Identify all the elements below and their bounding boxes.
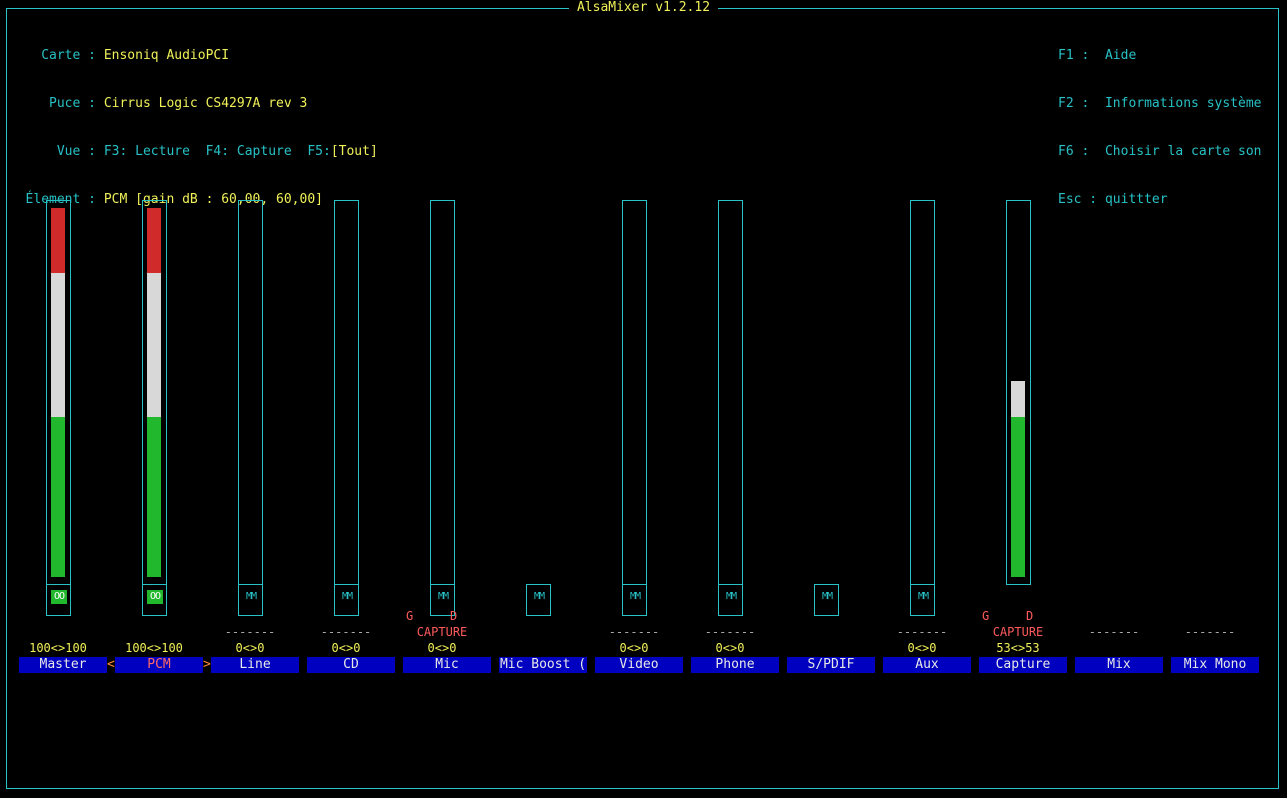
control-name-line[interactable]: Line <box>211 657 299 673</box>
volume-value: 0<>0 <box>427 641 457 655</box>
switch-placeholder: ------- <box>608 625 660 639</box>
mute-switch-pcm[interactable]: OO <box>142 584 167 616</box>
help-panel: F1 : Aide F2 : Informations système F6 :… <box>1058 16 1262 224</box>
capture-label[interactable]: CAPTURE <box>407 625 477 639</box>
switch-placeholder: ------- <box>224 625 276 639</box>
switch-placeholder: ------- <box>704 625 756 639</box>
volume-value: 100<>100 <box>125 641 183 655</box>
help-f1[interactable]: F1 : Aide <box>1058 48 1262 64</box>
fader-level-white <box>1011 381 1025 417</box>
mute-switch-state: MM <box>437 591 449 602</box>
view-f5[interactable]: F5: <box>307 144 330 159</box>
window-title: AlsaMixer v1.2.12 <box>0 0 1287 15</box>
switch-placeholder: ------- <box>896 625 948 639</box>
control-name-mix-mono[interactable]: Mix Mono <box>1171 657 1259 673</box>
volume-value: 53<>53 <box>996 641 1040 655</box>
mute-switch-state: OO <box>147 590 163 604</box>
control-name-capture[interactable]: Capture <box>979 657 1067 673</box>
fader-mic[interactable] <box>430 200 455 616</box>
control-name-mix[interactable]: Mix <box>1075 657 1163 673</box>
mute-switch-line[interactable]: MM <box>238 584 263 616</box>
volume-value: 0<>0 <box>907 641 937 655</box>
view-current: [Tout] <box>330 144 378 159</box>
switch-placeholder: ------- <box>1088 625 1140 639</box>
mute-switch-state: OO <box>51 590 67 604</box>
control-name-phone[interactable]: Phone <box>691 657 779 673</box>
mute-switch-mic-boost[interactable]: MM <box>526 584 551 616</box>
switch-placeholder: ------- <box>1184 625 1236 639</box>
fader-cd[interactable] <box>334 200 359 616</box>
card-label: Carte : <box>41 48 96 63</box>
control-name-pcm[interactable]: PCM <box>115 657 203 673</box>
volume-value: 0<>0 <box>715 641 745 655</box>
mute-switch-master[interactable]: OO <box>46 584 71 616</box>
selection-right-marker: > <box>203 657 211 672</box>
capture-left-flag: G <box>982 609 990 623</box>
mute-switch-state: MM <box>533 591 545 602</box>
control-name-mic-boost[interactable]: Mic Boost ( <box>499 657 587 673</box>
selection-left-marker: < <box>107 657 115 672</box>
mute-switch-state: MM <box>245 591 257 602</box>
mute-switch-state: MM <box>725 591 737 602</box>
fader-level-green <box>1011 417 1025 577</box>
capture-label[interactable]: CAPTURE <box>983 625 1053 639</box>
control-name-s-pdif[interactable]: S/PDIF <box>787 657 875 673</box>
mute-switch-cd[interactable]: MM <box>334 584 359 616</box>
switch-placeholder: ------- <box>320 625 372 639</box>
help-esc[interactable]: Esc : quittter <box>1058 192 1262 208</box>
volume-value: 100<>100 <box>29 641 87 655</box>
view-f3[interactable]: F3: Lecture <box>104 144 190 159</box>
mute-switch-s-pdif[interactable]: MM <box>814 584 839 616</box>
mute-switch-video[interactable]: MM <box>622 584 647 616</box>
capture-right-flag: D <box>1026 609 1034 623</box>
control-name-mic[interactable]: Mic <box>403 657 491 673</box>
volume-value: 0<>0 <box>619 641 649 655</box>
chip-label: Puce : <box>49 96 96 111</box>
help-f2[interactable]: F2 : Informations système <box>1058 96 1262 112</box>
fader-line[interactable] <box>238 200 263 616</box>
help-f6[interactable]: F6 : Choisir la carte son <box>1058 144 1262 160</box>
mute-switch-state: MM <box>629 591 641 602</box>
fader-level-white <box>51 273 65 417</box>
control-name-video[interactable]: Video <box>595 657 683 673</box>
capture-left-flag: G <box>406 609 414 623</box>
fader-phone[interactable] <box>718 200 743 616</box>
chip-value: Cirrus Logic CS4297A rev 3 <box>103 96 308 111</box>
control-name-aux[interactable]: Aux <box>883 657 971 673</box>
view-label: Vue : <box>56 144 96 159</box>
mute-switch-state: MM <box>917 591 929 602</box>
volume-value: 0<>0 <box>235 641 265 655</box>
mute-switch-phone[interactable]: MM <box>718 584 743 616</box>
fader-aux[interactable] <box>910 200 935 616</box>
fader-level-green <box>147 417 161 577</box>
fader-level-white <box>147 273 161 417</box>
capture-right-flag: D <box>450 609 458 623</box>
mute-switch-aux[interactable]: MM <box>910 584 935 616</box>
mute-switch-state: MM <box>821 591 833 602</box>
fader-level-red <box>147 208 161 273</box>
card-value: Ensoniq AudioPCI <box>103 48 230 63</box>
fader-level-red <box>51 208 65 273</box>
view-f4[interactable]: F4: Capture <box>206 144 292 159</box>
mute-switch-state: MM <box>341 591 353 602</box>
control-name-cd[interactable]: CD <box>307 657 395 673</box>
fader-level-green <box>51 417 65 577</box>
item-value: PCM [gain dB : 60,00, 60,00] <box>103 192 323 207</box>
control-name-master[interactable]: Master <box>19 657 107 673</box>
volume-value: 0<>0 <box>331 641 361 655</box>
fader-video[interactable] <box>622 200 647 616</box>
info-panel: Carte : Ensoniq AudioPCI Puce : Cirrus L… <box>16 16 378 224</box>
